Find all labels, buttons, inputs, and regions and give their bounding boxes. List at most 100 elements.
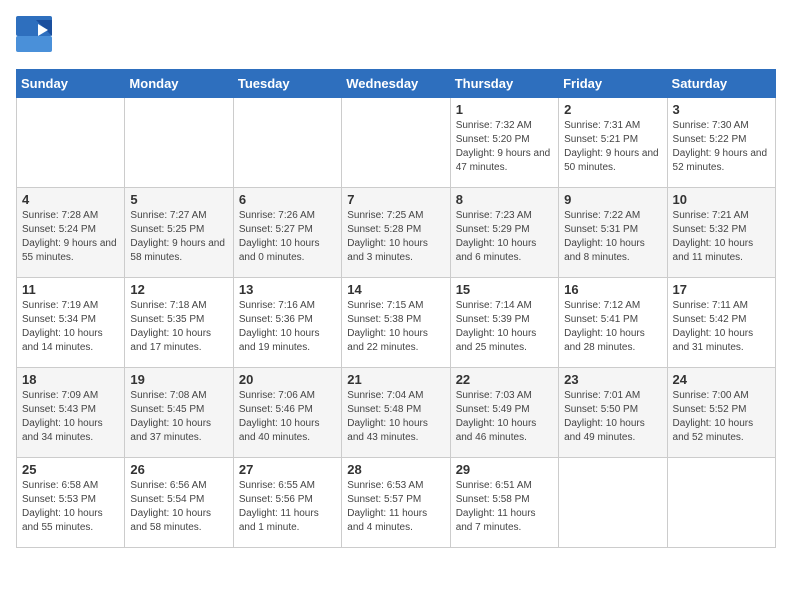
day-info: Sunrise: 7:19 AM Sunset: 5:34 PM Dayligh… — [22, 299, 119, 355]
calendar-cell: 22Sunrise: 7:03 AM Sunset: 5:49 PM Dayli… — [450, 368, 558, 458]
day-number: 18 — [22, 372, 119, 387]
day-info: Sunrise: 7:30 AM Sunset: 5:22 PM Dayligh… — [673, 119, 770, 175]
header-tuesday: Tuesday — [233, 70, 341, 98]
day-info: Sunrise: 7:23 AM Sunset: 5:29 PM Dayligh… — [456, 209, 553, 265]
day-info: Sunrise: 7:06 AM Sunset: 5:46 PM Dayligh… — [239, 389, 336, 445]
day-number: 10 — [673, 192, 770, 207]
calendar-cell: 25Sunrise: 6:58 AM Sunset: 5:53 PM Dayli… — [17, 458, 125, 548]
day-info: Sunrise: 7:12 AM Sunset: 5:41 PM Dayligh… — [564, 299, 661, 355]
calendar-cell: 7Sunrise: 7:25 AM Sunset: 5:28 PM Daylig… — [342, 188, 450, 278]
calendar-cell: 13 Sunrise: 7:16 AM Sunset: 5:36 PM Dayli… — [233, 278, 341, 368]
calendar-cell: 9 Sunrise: 7:22 AM Sunset: 5:31 PM Daylig… — [559, 188, 667, 278]
calendar-cell: 2 Sunrise: 7:31 AM Sunset: 5:21 PM Daylig… — [559, 98, 667, 188]
calendar-table: Sunday Monday Tuesday Wednesday Thursday… — [16, 69, 776, 548]
day-info: Sunrise: 7:31 AM Sunset: 5:21 PM Dayligh… — [564, 119, 661, 175]
day-info: Sunrise: 7:26 AM Sunset: 5:27 PM Dayligh… — [239, 209, 336, 265]
day-number: 15 — [456, 282, 553, 297]
calendar-cell: 11 Sunrise: 7:19 AM Sunset: 5:34 PM Dayli… — [17, 278, 125, 368]
calendar-cell: 26 Sunrise: 6:56 AM Sunset: 5:54 PM Dayli… — [125, 458, 233, 548]
day-info: Sunrise: 7:21 AM Sunset: 5:32 PM Dayligh… — [673, 209, 770, 265]
calendar-week-row: 4 Sunrise: 7:28 AM Sunset: 5:24 PM Daylig… — [17, 188, 776, 278]
day-number: 5 — [130, 192, 227, 207]
day-number: 22 — [456, 372, 553, 387]
calendar-cell — [233, 98, 341, 188]
day-number: 2 — [564, 102, 661, 117]
calendar-week-row: 11 Sunrise: 7:19 AM Sunset: 5:34 PM Dayli… — [17, 278, 776, 368]
day-info: Sunrise: 6:58 AM Sunset: 5:53 PM Dayligh… — [22, 479, 119, 535]
day-info: Sunrise: 7:04 AM Sunset: 5:48 PM Dayligh… — [347, 389, 444, 445]
calendar-week-row: 1 Sunrise: 7:32 AM Sunset: 5:20 PM Daylig… — [17, 98, 776, 188]
day-info: Sunrise: 6:56 AM Sunset: 5:54 PM Dayligh… — [130, 479, 227, 535]
calendar-cell: 14Sunrise: 7:15 AM Sunset: 5:38 PM Dayli… — [342, 278, 450, 368]
calendar-cell — [125, 98, 233, 188]
calendar-cell: 3 Sunrise: 7:30 AM Sunset: 5:22 PM Daylig… — [667, 98, 775, 188]
day-info: Sunrise: 7:00 AM Sunset: 5:52 PM Dayligh… — [673, 389, 770, 445]
calendar-week-row: 18 Sunrise: 7:09 AM Sunset: 5:43 PM Dayli… — [17, 368, 776, 458]
calendar-cell: 20 Sunrise: 7:06 AM Sunset: 5:46 PM Dayli… — [233, 368, 341, 458]
day-info: Sunrise: 7:16 AM Sunset: 5:36 PM Dayligh… — [239, 299, 336, 355]
header-friday: Friday — [559, 70, 667, 98]
day-info: Sunrise: 6:53 AM Sunset: 5:57 PM Dayligh… — [347, 479, 444, 535]
header-sunday: Sunday — [17, 70, 125, 98]
day-info: Sunrise: 7:09 AM Sunset: 5:43 PM Dayligh… — [22, 389, 119, 445]
logo-icon — [16, 16, 52, 57]
day-number: 12 — [130, 282, 227, 297]
calendar-cell: 24Sunrise: 7:00 AM Sunset: 5:52 PM Dayli… — [667, 368, 775, 458]
day-number: 4 — [22, 192, 119, 207]
day-number: 28 — [347, 462, 444, 477]
calendar-cell — [667, 458, 775, 548]
header-thursday: Thursday — [450, 70, 558, 98]
calendar-cell: 6 Sunrise: 7:26 AM Sunset: 5:27 PM Daylig… — [233, 188, 341, 278]
day-number: 26 — [130, 462, 227, 477]
calendar-cell: 28 Sunrise: 6:53 AM Sunset: 5:57 PM Dayli… — [342, 458, 450, 548]
day-number: 9 — [564, 192, 661, 207]
day-number: 11 — [22, 282, 119, 297]
header-wednesday: Wednesday — [342, 70, 450, 98]
calendar-cell: 21 Sunrise: 7:04 AM Sunset: 5:48 PM Dayli… — [342, 368, 450, 458]
day-info: Sunrise: 7:28 AM Sunset: 5:24 PM Dayligh… — [22, 209, 119, 265]
day-number: 1 — [456, 102, 553, 117]
day-number: 16 — [564, 282, 661, 297]
calendar-cell: 5 Sunrise: 7:27 AM Sunset: 5:25 PM Daylig… — [125, 188, 233, 278]
day-info: Sunrise: 7:32 AM Sunset: 5:20 PM Dayligh… — [456, 119, 553, 175]
day-number: 14 — [347, 282, 444, 297]
day-info: Sunrise: 7:25 AM Sunset: 5:28 PM Dayligh… — [347, 209, 444, 265]
day-info: Sunrise: 7:11 AM Sunset: 5:42 PM Dayligh… — [673, 299, 770, 355]
day-info: Sunrise: 7:22 AM Sunset: 5:31 PM Dayligh… — [564, 209, 661, 265]
day-number: 19 — [130, 372, 227, 387]
calendar-cell: 17 Sunrise: 7:11 AM Sunset: 5:42 PM Dayli… — [667, 278, 775, 368]
day-info: Sunrise: 6:51 AM Sunset: 5:58 PM Dayligh… — [456, 479, 553, 535]
header-saturday: Saturday — [667, 70, 775, 98]
calendar-cell: 10 Sunrise: 7:21 AM Sunset: 5:32 PM Dayli… — [667, 188, 775, 278]
day-info: Sunrise: 7:14 AM Sunset: 5:39 PM Dayligh… — [456, 299, 553, 355]
day-info: Sunrise: 6:55 AM Sunset: 5:56 PM Dayligh… — [239, 479, 336, 535]
calendar-cell — [17, 98, 125, 188]
day-info: Sunrise: 7:01 AM Sunset: 5:50 PM Dayligh… — [564, 389, 661, 445]
day-info: Sunrise: 7:27 AM Sunset: 5:25 PM Dayligh… — [130, 209, 227, 265]
page-header — [16, 16, 776, 57]
calendar-cell: 4 Sunrise: 7:28 AM Sunset: 5:24 PM Daylig… — [17, 188, 125, 278]
weekday-header-row: Sunday Monday Tuesday Wednesday Thursday… — [17, 70, 776, 98]
day-info: Sunrise: 7:18 AM Sunset: 5:35 PM Dayligh… — [130, 299, 227, 355]
calendar-cell: 15 Sunrise: 7:14 AM Sunset: 5:39 PM Dayli… — [450, 278, 558, 368]
day-number: 8 — [456, 192, 553, 207]
calendar-cell: 16 Sunrise: 7:12 AM Sunset: 5:41 PM Dayli… — [559, 278, 667, 368]
day-number: 6 — [239, 192, 336, 207]
calendar-cell — [559, 458, 667, 548]
day-number: 3 — [673, 102, 770, 117]
day-info: Sunrise: 7:08 AM Sunset: 5:45 PM Dayligh… — [130, 389, 227, 445]
day-number: 29 — [456, 462, 553, 477]
calendar-cell: 8 Sunrise: 7:23 AM Sunset: 5:29 PM Daylig… — [450, 188, 558, 278]
day-number: 17 — [673, 282, 770, 297]
calendar-cell: 1 Sunrise: 7:32 AM Sunset: 5:20 PM Daylig… — [450, 98, 558, 188]
calendar-cell — [342, 98, 450, 188]
calendar-cell: 19 Sunrise: 7:08 AM Sunset: 5:45 PM Dayli… — [125, 368, 233, 458]
calendar-cell: 18 Sunrise: 7:09 AM Sunset: 5:43 PM Dayli… — [17, 368, 125, 458]
day-number: 20 — [239, 372, 336, 387]
calendar-cell: 27 Sunrise: 6:55 AM Sunset: 5:56 PM Dayli… — [233, 458, 341, 548]
day-number: 23 — [564, 372, 661, 387]
day-number: 27 — [239, 462, 336, 477]
day-number: 13 — [239, 282, 336, 297]
calendar-cell: 12 Sunrise: 7:18 AM Sunset: 5:35 PM Dayli… — [125, 278, 233, 368]
day-number: 21 — [347, 372, 444, 387]
